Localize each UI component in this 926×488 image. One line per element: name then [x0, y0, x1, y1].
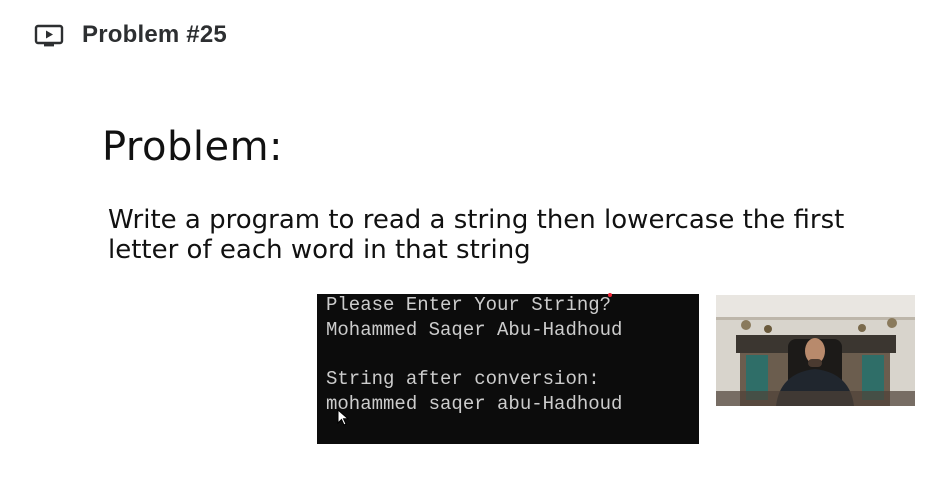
console-line-input: Mohammed Saqer Abu-Hadhoud	[326, 319, 623, 341]
lecture-title: Problem #25	[82, 21, 227, 48]
play-video-icon[interactable]	[34, 23, 64, 47]
console-line-result: mohammed saqer abu-Hadhoud	[326, 393, 623, 415]
console-window: Please Enter Your String? Mohammed Saqer…	[317, 294, 699, 444]
pointer-dot	[608, 293, 612, 297]
webcam-scene	[716, 295, 915, 406]
slide-heading: Problem:	[102, 124, 284, 170]
mouse-cursor-icon	[337, 409, 349, 426]
console-line-result-label: String after conversion:	[326, 368, 600, 390]
console-line-prompt: Please Enter Your String?	[326, 294, 612, 316]
instructor-webcam	[716, 295, 915, 406]
lecture-header: Problem #25	[34, 18, 227, 52]
problem-description: Write a program to read a string then lo…	[108, 205, 845, 265]
